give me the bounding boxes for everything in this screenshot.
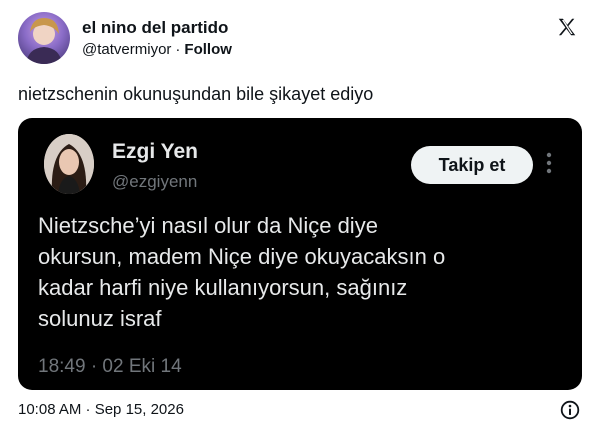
separator-dot: · [175, 41, 181, 58]
x-logo-icon[interactable] [556, 16, 578, 38]
author-handle[interactable]: @tatvermiyor [82, 41, 171, 58]
quoted-tweet-card[interactable]: Ezgi Yen @ezgiyenn Takip et Nietzsche’yi… [18, 118, 582, 390]
follow-link[interactable]: Follow [184, 41, 232, 58]
author-display-name[interactable]: el nino del partido [82, 18, 228, 38]
takip-et-button[interactable]: Takip et [411, 146, 533, 184]
tweet-text: nietzschenin okunuşundan bile şikayet ed… [18, 84, 374, 104]
more-vertical-icon[interactable] [546, 152, 552, 174]
quoted-tweet-body: Nietzsche’yi nasıl olur da Niçe diye oku… [38, 213, 446, 331]
author-avatar[interactable] [18, 12, 70, 64]
quoted-avatar-image [44, 134, 94, 194]
author-avatar-image [26, 18, 62, 64]
quoted-handle[interactable]: @ezgiyenn [112, 172, 197, 192]
tweet-timestamp[interactable]: 10:08 AM · Sep 15, 2026 [18, 401, 184, 418]
quoted-display-name[interactable]: Ezgi Yen [112, 140, 198, 164]
quoted-timestamp[interactable]: 18:49 · 02 Eki 14 [38, 356, 182, 378]
author-handle-row: @tatvermiyor · Follow [82, 41, 232, 58]
quoted-avatar[interactable] [44, 134, 94, 194]
info-icon[interactable] [560, 400, 580, 420]
